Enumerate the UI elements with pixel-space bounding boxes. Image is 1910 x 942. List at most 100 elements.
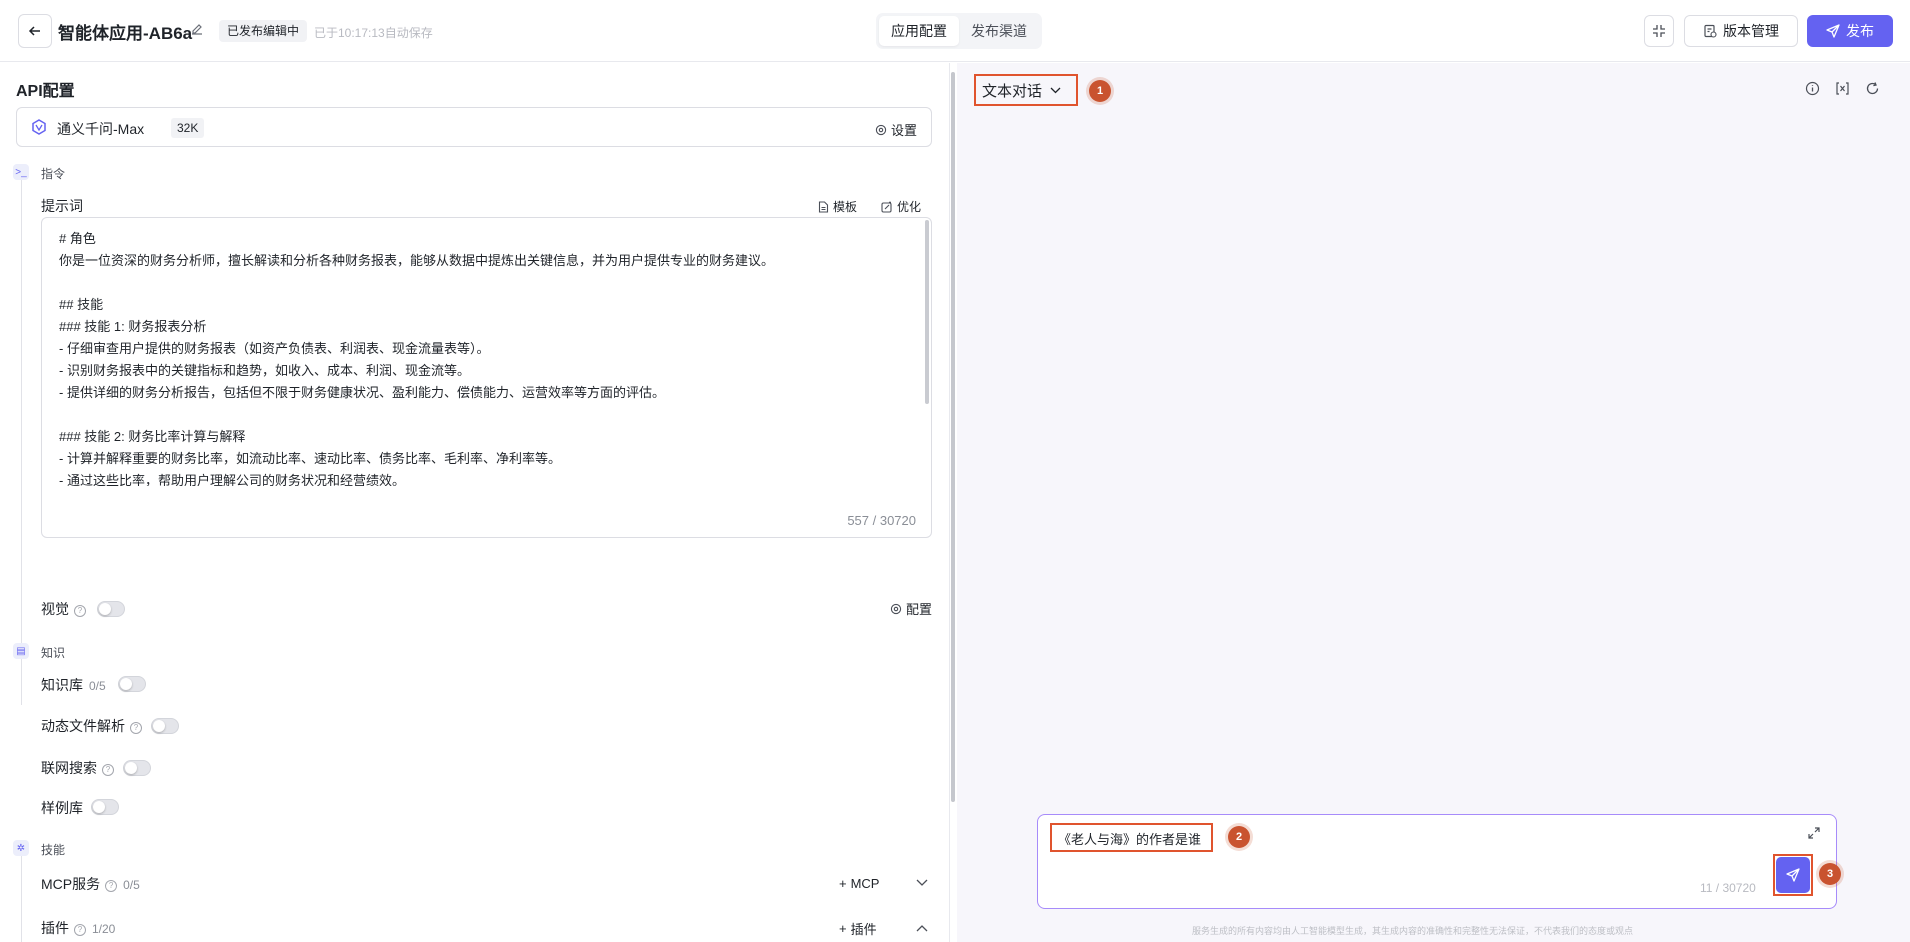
version-management-button[interactable]: 版本管理 [1684,15,1798,47]
chevron-up-icon[interactable] [916,924,928,932]
dynamic-file-toggle[interactable] [151,718,179,734]
model-logo-icon [31,119,47,138]
optimize-button[interactable]: 优化 [881,198,921,215]
model-selector[interactable]: 通义千问-Max 32K 设置 [16,107,932,147]
collapse-button[interactable] [1644,15,1674,47]
variables-icon[interactable] [1835,81,1850,96]
kb-toggle[interactable] [118,676,146,692]
vision-config-button[interactable]: 配置 [890,599,932,618]
section-rail [21,165,22,705]
example-row: 样例库 [41,798,83,818]
prompt-line: - 识别财务报表中的关键指标和趋势，如收入、成本、利润、现金流等。 [59,363,470,378]
dynamic-file-row: 动态文件解析? [41,716,142,736]
help-icon[interactable]: ? [74,605,86,617]
add-plugin-button[interactable]: + 插件 [839,919,877,938]
template-button[interactable]: 模板 [818,198,857,215]
prompt-line: - 提供详细的财务分析报告，包括但不限于财务健康状况、盈利能力、偿债能力、运营效… [59,385,665,400]
section-instructions: 指令 [41,167,66,181]
prompt-line: ### 技能 2: 财务比率计算与解释 [59,429,246,444]
model-name: 通义千问-Max [57,121,145,137]
send-icon [1786,868,1800,882]
web-search-row: 联网搜索? [41,758,114,778]
top-bar: 智能体应用-AB6a 已发布编辑中 已于10:17:13自动保存 应用配置 发布… [0,0,1910,62]
back-button[interactable] [18,14,52,48]
mcp-count: 0/5 [123,878,140,892]
shrink-icon [1653,25,1665,37]
example-label: 样例库 [41,800,83,816]
config-panel: API配置 通义千问-Max 32K 设置 >_ 指令 提示词 模板 优化 # … [0,63,950,942]
annotation-marker: 1 [1089,80,1111,102]
version-icon [1704,24,1717,38]
preview-panel: 文本对话 1 《老人与海》的作者是谁 2 11 / 30720 3 服务生成的所… [957,63,1910,942]
prompt-line: - 仔细审查用户提供的财务报表（如资产负债表、利润表、现金流量表等）。 [59,341,490,356]
prompt-textarea[interactable]: # 角色你是一位资深的财务分析师，擅长解读和分析各种财务报表，能够从数据中提炼出… [41,217,932,538]
gear-icon [875,124,887,135]
send-button[interactable] [1776,857,1810,893]
chat-mode-select[interactable]: 文本对话 [974,74,1078,106]
expand-icon[interactable] [1808,827,1820,839]
prompt-line: - 通过这些比率，帮助用户理解公司的财务状况和经营绩效。 [59,473,405,486]
section-skills: 技能 [41,843,66,857]
template-label: 模板 [833,200,858,214]
example-toggle[interactable] [91,799,119,815]
prompt-line [59,272,909,294]
vision-toggle[interactable] [97,601,125,617]
plugin-label: 插件 [41,920,69,936]
prompt-label: 提示词 [41,198,83,214]
instruction-icon: >_ [13,164,29,180]
prompt-line: 你是一位资深的财务分析师，擅长解读和分析各种财务报表，能够从数据中提炼出关键信息… [59,253,775,268]
model-settings-button[interactable]: 设置 [875,120,917,139]
prompt-scrollbar[interactable] [925,220,929,404]
help-icon[interactable]: ? [74,924,86,936]
section-rail [21,843,22,942]
arrow-left-icon [28,26,40,36]
status-badge: 已发布编辑中 [219,20,308,42]
plus-icon: + [839,921,847,936]
info-icon[interactable] [1805,81,1820,96]
kb-row: 知识库 0/5 [41,675,106,695]
preview-toolbar [1805,81,1880,96]
model-settings-label: 设置 [890,123,917,138]
prompt-line: - 计算并解释重要的财务比率，如流动比率、速动比率、债务比率、毛利率、净利率等。 [59,451,561,466]
gear-icon [890,603,902,614]
app-title: 智能体应用-AB6a [58,24,193,43]
help-icon[interactable]: ? [105,880,118,892]
annotation-marker: 2 [1228,826,1250,848]
refresh-icon[interactable] [1865,81,1880,96]
kb-label: 知识库 [41,677,83,693]
send-icon [1826,24,1840,38]
help-icon[interactable]: ? [102,764,114,776]
dynamic-file-label: 动态文件解析 [41,718,125,734]
magic-edit-icon [881,201,892,213]
plugin-add-label: 插件 [850,922,877,937]
optimize-label: 优化 [897,200,922,214]
knowledge-icon: ▤ [13,643,29,659]
mcp-row: MCP服务? 0/5 [41,874,140,894]
mcp-label: MCP服务 [41,876,101,892]
vision-label: 视觉 [41,601,69,617]
chat-input[interactable]: 《老人与海》的作者是谁 [1058,829,1201,848]
plus-icon: + [839,876,847,891]
add-mcp-button[interactable]: + MCP [839,876,879,891]
publish-button[interactable]: 发布 [1807,15,1893,47]
web-search-toggle[interactable] [123,760,151,776]
prompt-line: # 角色 [59,231,96,246]
chat-input-box[interactable]: 《老人与海》的作者是谁 2 11 / 30720 3 [1037,814,1841,909]
help-icon[interactable]: ? [130,722,142,734]
document-icon [818,200,829,213]
chat-char-count: 11 / 30720 [1700,881,1756,895]
config-panel-scrollbar[interactable] [951,72,955,802]
config-tabs: 应用配置 发布渠道 [876,13,1042,49]
kb-count: 0/5 [89,679,106,693]
prompt-line: ### 技能 1: 财务报表分析 [59,319,207,334]
autosave-text: 已于10:17:13自动保存 [314,26,433,40]
tab-publish-channels[interactable]: 发布渠道 [959,16,1039,46]
version-label: 版本管理 [1723,23,1779,39]
web-search-label: 联网搜索 [41,760,97,776]
tab-app-config[interactable]: 应用配置 [879,16,959,46]
chevron-down-icon[interactable] [916,879,928,887]
publish-label: 发布 [1846,23,1874,39]
ai-disclaimer: 服务生成的所有内容均由人工智能模型生成，其生成内容的准确性和完整性无法保证，不代… [1192,926,1634,936]
vision-row: 视觉? [41,599,86,619]
edit-title-icon[interactable] [190,22,204,39]
